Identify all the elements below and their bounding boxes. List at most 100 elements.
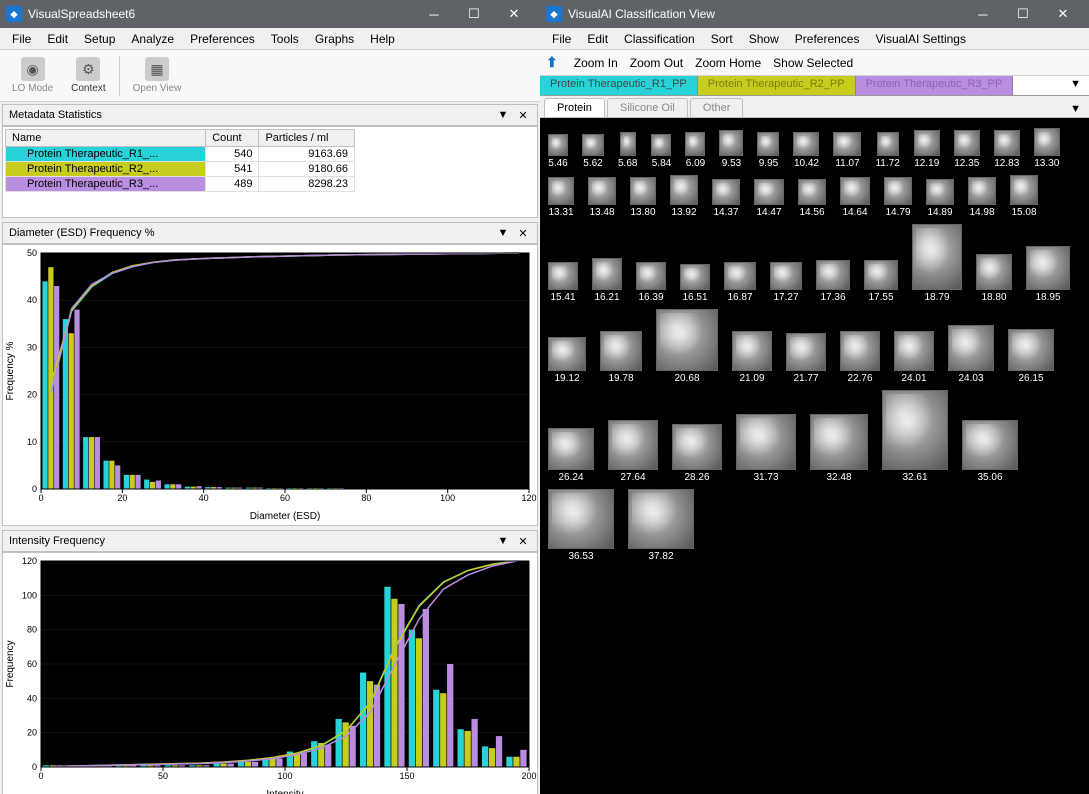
- class-tabs-dropdown-icon[interactable]: ▼: [1062, 101, 1089, 117]
- class-tab-other[interactable]: Other: [690, 98, 744, 117]
- minimize-button-right[interactable]: ─: [963, 0, 1003, 28]
- particle-thumb[interactable]: 13.92: [670, 175, 698, 218]
- close-button-left[interactable]: ✕: [494, 0, 534, 28]
- particle-thumb[interactable]: 14.56: [798, 179, 826, 218]
- particle-thumb[interactable]: 10.42: [793, 132, 819, 169]
- menu-edit[interactable]: Edit: [39, 30, 76, 48]
- sample-tab-0[interactable]: Protein Therapeutic_R1_PP: [540, 76, 698, 95]
- particle-thumb[interactable]: 9.95: [757, 132, 779, 169]
- particle-thumb[interactable]: 18.80: [976, 254, 1012, 303]
- particle-thumb[interactable]: 32.61: [882, 390, 948, 483]
- particle-thumb[interactable]: 17.27: [770, 262, 802, 303]
- menu-show[interactable]: Show: [741, 30, 787, 48]
- table-row[interactable]: Protein Therapeutic_R2_...5419180.66: [6, 162, 355, 177]
- particle-thumb[interactable]: 16.39: [636, 262, 666, 303]
- particle-thumb[interactable]: 36.53: [548, 489, 614, 562]
- menu-preferences[interactable]: Preferences: [182, 30, 263, 48]
- particle-thumb[interactable]: 24.01: [894, 331, 934, 384]
- particle-thumb[interactable]: 19.78: [600, 331, 642, 384]
- particle-thumb[interactable]: 14.37: [712, 179, 740, 218]
- particle-thumb[interactable]: 18.79: [912, 224, 962, 303]
- particle-thumb[interactable]: 11.07: [833, 132, 861, 169]
- particle-thumb[interactable]: 15.41: [548, 262, 578, 303]
- col-particles-ml[interactable]: Particles / ml: [259, 130, 355, 147]
- maximize-button-left[interactable]: ☐: [454, 0, 494, 28]
- close-button-right[interactable]: ✕: [1043, 0, 1083, 28]
- menu-help[interactable]: Help: [362, 30, 403, 48]
- particle-thumb[interactable]: 20.68: [656, 309, 718, 384]
- particle-thumb[interactable]: 11.72: [875, 132, 899, 169]
- panel-close-icon[interactable]: ✕: [515, 225, 531, 241]
- menu-edit[interactable]: Edit: [579, 30, 616, 48]
- table-row[interactable]: Protein Therapeutic_R1_...5409163.69: [6, 147, 355, 162]
- panel-collapse-icon[interactable]: ▼: [495, 225, 511, 241]
- particle-thumb[interactable]: 14.47: [754, 179, 784, 218]
- menu-setup[interactable]: Setup: [76, 30, 123, 48]
- panel-close-icon[interactable]: ✕: [515, 107, 531, 123]
- particle-thumb[interactable]: 17.55: [864, 260, 898, 303]
- particle-thumb[interactable]: 26.15: [1008, 329, 1054, 384]
- class-tab-silicone-oil[interactable]: Silicone Oil: [607, 98, 688, 117]
- menu-visualai-settings[interactable]: VisualAI Settings: [867, 30, 974, 48]
- panel-collapse-icon[interactable]: ▼: [495, 533, 511, 549]
- particle-thumb[interactable]: 21.77: [786, 333, 826, 384]
- particle-thumb[interactable]: 12.19: [914, 130, 940, 169]
- particle-thumb[interactable]: 16.87: [724, 262, 756, 303]
- particle-thumb[interactable]: 28.26: [672, 424, 722, 483]
- particle-thumb[interactable]: 24.03: [948, 325, 994, 384]
- menu-sort[interactable]: Sort: [703, 30, 741, 48]
- col-name[interactable]: Name: [6, 130, 206, 147]
- panel-close-icon[interactable]: ✕: [515, 533, 531, 549]
- zoom-zoom-home[interactable]: Zoom Home: [689, 54, 767, 72]
- table-row[interactable]: Protein Therapeutic_R3_...4898298.23: [6, 177, 355, 192]
- particle-thumb[interactable]: 21.09: [732, 331, 772, 384]
- particle-thumb[interactable]: 35.06: [962, 420, 1018, 483]
- particle-thumb[interactable]: 14.79: [884, 177, 912, 218]
- particle-thumb[interactable]: 12.35: [954, 130, 980, 169]
- particle-thumb[interactable]: 19.12: [548, 337, 586, 384]
- tool-lo-mode[interactable]: ◉LO Mode: [4, 52, 61, 100]
- particle-thumb[interactable]: 37.82: [628, 489, 694, 562]
- particle-thumb[interactable]: 18.95: [1026, 246, 1070, 303]
- particle-thumb[interactable]: 13.30: [1034, 128, 1060, 169]
- particle-thumb[interactable]: 5.62: [582, 134, 604, 169]
- particle-thumb[interactable]: 5.68: [618, 132, 637, 169]
- particle-thumb[interactable]: 27.64: [608, 420, 658, 483]
- particle-thumb[interactable]: 15.08: [1010, 175, 1038, 218]
- menu-tools[interactable]: Tools: [263, 30, 307, 48]
- particle-thumb[interactable]: 22.76: [840, 331, 880, 384]
- particle-thumb[interactable]: 5.46: [548, 134, 568, 169]
- particle-thumb[interactable]: 13.80: [630, 177, 656, 218]
- particle-gallery[interactable]: 5.465.625.685.846.099.539.9510.4211.0711…: [540, 118, 1089, 794]
- sample-tab-1[interactable]: Protein Therapeutic_R2_PP: [698, 76, 856, 95]
- menu-file[interactable]: File: [4, 30, 39, 48]
- particle-thumb[interactable]: 14.64: [840, 177, 870, 218]
- particle-thumb[interactable]: 6.09: [685, 132, 705, 169]
- maximize-button-right[interactable]: ☐: [1003, 0, 1043, 28]
- menu-analyze[interactable]: Analyze: [123, 30, 182, 48]
- menu-graphs[interactable]: Graphs: [307, 30, 362, 48]
- zoom-zoom-in[interactable]: Zoom In: [568, 54, 624, 72]
- particle-thumb[interactable]: 9.53: [719, 130, 743, 169]
- menu-preferences[interactable]: Preferences: [787, 30, 868, 48]
- particle-thumb[interactable]: 16.51: [680, 264, 710, 303]
- col-count[interactable]: Count: [206, 130, 259, 147]
- minimize-button-left[interactable]: ─: [414, 0, 454, 28]
- particle-thumb[interactable]: 12.83: [994, 130, 1020, 169]
- menu-file[interactable]: File: [544, 30, 579, 48]
- particle-thumb[interactable]: 13.31: [548, 177, 574, 218]
- panel-collapse-icon[interactable]: ▼: [495, 107, 511, 123]
- particle-thumb[interactable]: 13.48: [588, 177, 616, 218]
- particle-thumb[interactable]: 31.73: [736, 414, 796, 483]
- sample-tabs-dropdown-icon[interactable]: ▼: [1062, 76, 1089, 95]
- tool-context[interactable]: ⚙Context: [63, 52, 113, 100]
- class-tab-protein[interactable]: Protein: [544, 98, 605, 117]
- particle-thumb[interactable]: 16.21: [592, 258, 622, 303]
- particle-thumb[interactable]: 14.89: [926, 179, 954, 218]
- sample-tab-2[interactable]: Protein Therapeutic_R3_PP: [856, 76, 1014, 95]
- home-icon[interactable]: ⬆: [546, 54, 558, 71]
- zoom-show-selected[interactable]: Show Selected: [767, 54, 859, 72]
- zoom-zoom-out[interactable]: Zoom Out: [624, 54, 689, 72]
- particle-thumb[interactable]: 26.24: [548, 428, 594, 483]
- particle-thumb[interactable]: 17.36: [816, 260, 850, 303]
